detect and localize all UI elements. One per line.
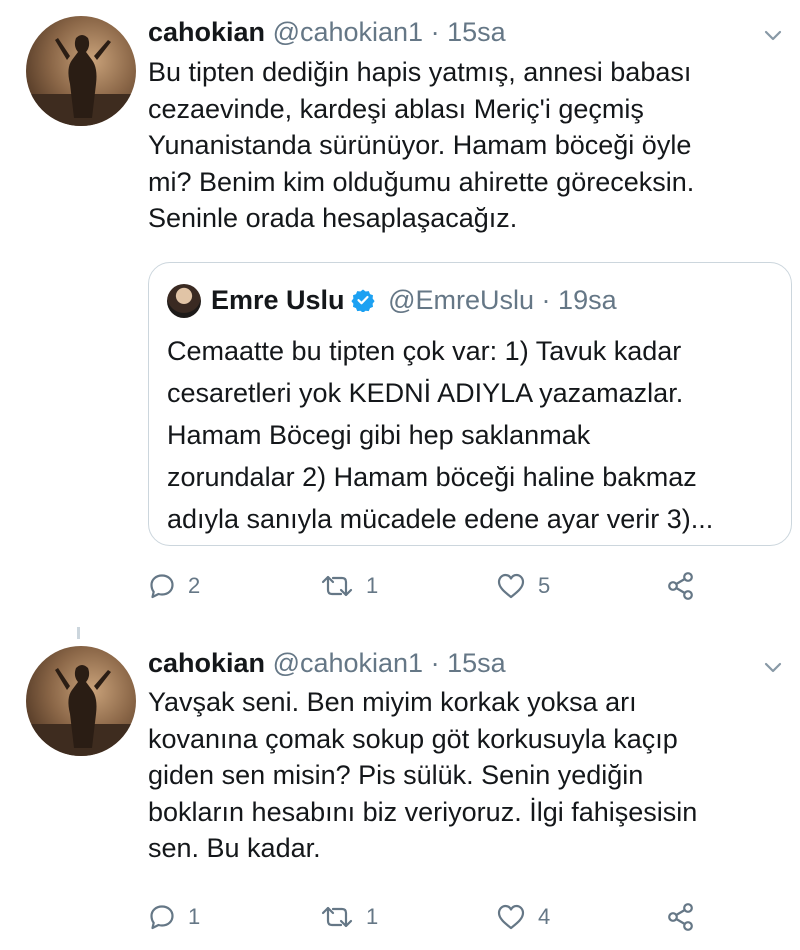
reply-button[interactable]: 2 [148, 566, 200, 606]
thread-connector [77, 627, 80, 639]
share-button[interactable] [666, 566, 696, 606]
like-button[interactable]: 4 [496, 897, 550, 937]
text-line: sen. Bu kadar. [148, 833, 321, 863]
chevron-down-icon[interactable] [762, 656, 784, 678]
text-line: bokların hesabını biz veriyoruz. İlgi fa… [148, 796, 698, 827]
share-button[interactable] [666, 897, 696, 937]
like-icon [497, 904, 525, 930]
text-line: zorundalar 2) Hamam böceği haline bakmaz [167, 462, 697, 492]
reply-button[interactable]: 1 [148, 897, 200, 937]
retweet-icon [321, 906, 353, 928]
tweet[interactable]: cahokian @cahokian1 · 15sa Yavşak seni. … [0, 640, 800, 950]
retweet-count: 1 [366, 904, 379, 929]
tweet-header: cahokian @cahokian1 · 15sa [148, 16, 506, 48]
reply-icon [150, 574, 174, 599]
author-name[interactable]: cahokian [148, 648, 265, 678]
text-line: cesaretleri yok KEDNİ ADIYLA yazamazlar. [167, 378, 684, 408]
retweet-count: 1 [366, 573, 379, 598]
reply-count: 1 [188, 904, 201, 929]
text-line: giden sen misin? Pis sülük. Senin yediği… [148, 760, 644, 790]
separator-dot: · [430, 17, 440, 47]
text-line: Cemaatte bu tipten çok var: 1) Tavuk kad… [167, 336, 682, 366]
tweet[interactable]: cahokian @cahokian1 · 15sa Bu tipten ded… [0, 0, 800, 620]
tweet-text: Yavşak seni. Ben miyim korkak yoksa arı … [148, 684, 788, 867]
retweet-button[interactable]: 1 [320, 566, 378, 606]
quoted-text: Cemaatte bu tipten çok var: 1) Tavuk kad… [167, 330, 787, 540]
separator-dot: · [430, 648, 440, 678]
text-line: mi? Benim kim olduğumu ahirette göreceks… [148, 166, 695, 197]
quoted-author-handle: @EmreUslu [388, 285, 535, 315]
text-line: Seninle orada hesaplaşacağız. [148, 203, 518, 233]
text-line: Bu tipten dediğin hapis yatmış, annesi b… [148, 57, 692, 87]
tweet-actions: 2 1 5 [148, 566, 788, 606]
like-icon [497, 573, 525, 599]
tweet-actions: 1 1 4 [148, 897, 788, 937]
reply-icon [150, 905, 174, 930]
author-name[interactable]: cahokian [148, 17, 265, 47]
share-icon [668, 903, 693, 931]
timestamp[interactable]: 15sa [447, 17, 506, 47]
chevron-down-icon[interactable] [762, 24, 784, 46]
text-line: Yavşak seni. Ben miyim korkak yoksa arı [148, 687, 637, 717]
like-count: 4 [538, 904, 551, 929]
author-handle[interactable]: @cahokian1 [273, 648, 424, 678]
avatar[interactable] [26, 16, 136, 126]
retweet-button[interactable]: 1 [320, 897, 378, 937]
quoted-tweet[interactable]: Emre Uslu @EmreUslu · 19sa Cemaatte bu t… [148, 262, 792, 546]
tweet-header: cahokian @cahokian1 · 15sa [148, 647, 506, 679]
quoted-author-name: Emre Uslu [211, 285, 345, 315]
author-handle[interactable]: @cahokian1 [273, 17, 424, 47]
text-line: cezaevinde, kardeşi ablası Meriç'i geçmi… [148, 93, 644, 124]
text-line: Yunanistanda sürünüyor. Hamam böceği öyl… [148, 130, 692, 160]
retweet-icon [321, 575, 353, 597]
share-icon [668, 572, 693, 600]
text-line: kovanına çomak sokup göt korkusuyla kaçı… [148, 723, 678, 754]
quoted-header: Emre Uslu @EmreUslu · 19sa [211, 282, 617, 318]
like-button[interactable]: 5 [496, 566, 550, 606]
avatar[interactable] [26, 646, 136, 756]
separator-dot: · [541, 285, 551, 315]
timestamp[interactable]: 15sa [447, 648, 506, 678]
quoted-timestamp: 19sa [558, 285, 617, 315]
quoted-avatar [167, 284, 201, 318]
text-line: adıyla sanıyla mücadele edene ayar verir… [167, 504, 714, 534]
verified-icon [350, 289, 375, 312]
like-count: 5 [538, 573, 551, 598]
text-line: Hamam Böcegi gibi hep saklanmak [167, 420, 591, 450]
tweet-text: Bu tipten dediğin hapis yatmış, annesi b… [148, 54, 788, 237]
reply-count: 2 [188, 573, 201, 598]
